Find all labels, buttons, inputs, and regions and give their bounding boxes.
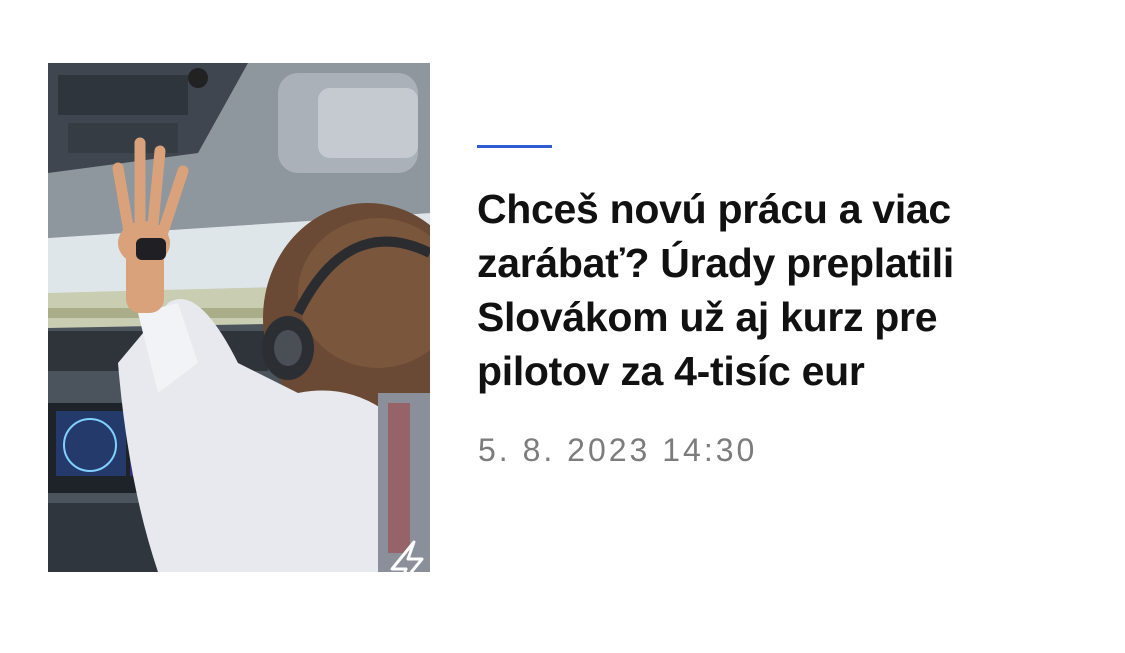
article-thumbnail[interactable] — [48, 63, 430, 572]
article-headline[interactable]: Chceš novú prácu a viac zarábať? Úrady p… — [477, 182, 1077, 398]
accent-line — [477, 145, 552, 148]
lightning-bolt-icon — [390, 540, 424, 572]
cockpit-photo — [48, 63, 430, 572]
article-date: 5. 8. 2023 14:30 — [478, 432, 758, 468]
article-card[interactable]: Chceš novú prácu a viac zarábať? Úrady p… — [0, 0, 1125, 653]
